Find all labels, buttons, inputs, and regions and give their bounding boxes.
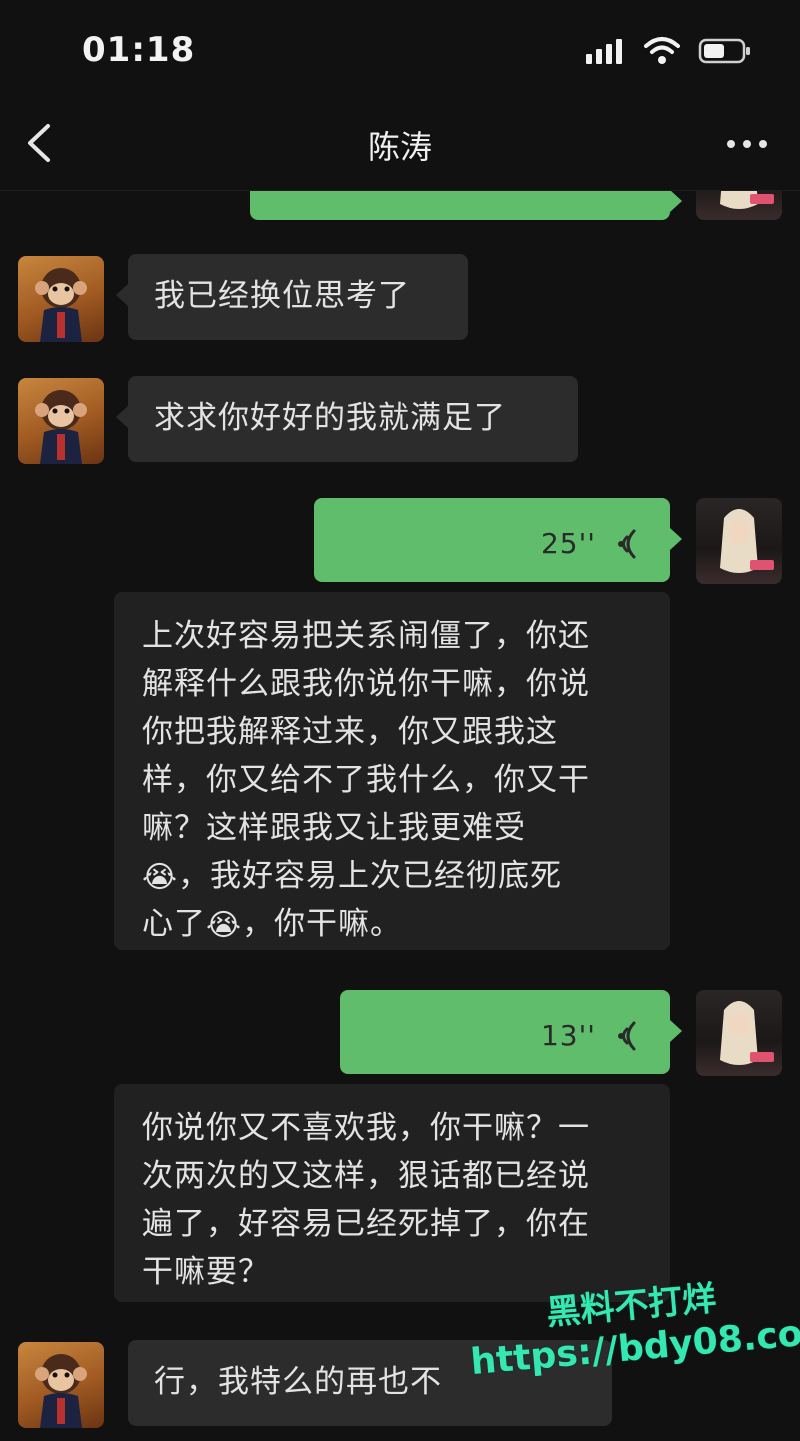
message-text: 我已经换位思考了 [154, 278, 410, 314]
avatar-contact[interactable] [18, 1342, 104, 1428]
status-bar: 01:18 [0, 0, 800, 100]
voice-row: 13'' [541, 1012, 640, 1060]
message-list[interactable]: 我已经换位思考了 求求你好好的我就满足了 25'' 上次好容易把关系闹僵了，你还… [0, 134, 800, 1441]
signal-icon [586, 39, 622, 64]
transcript-line: 解释什么跟我你说你干嘛，你说 [142, 666, 590, 702]
more-dots-icon[interactable] [722, 126, 772, 162]
avatar-contact[interactable] [18, 256, 104, 342]
monkey-avatar-image [35, 390, 87, 464]
transcript-line: 你把我解释过来，你又跟我这 [142, 714, 558, 750]
avatar-self[interactable] [696, 498, 782, 584]
voice-transcript[interactable]: 上次好容易把关系闹僵了，你还 解释什么跟我你说你干嘛，你说 你把我解释过来，你又… [114, 592, 670, 950]
wifi-icon [644, 37, 680, 64]
voice-transcript[interactable]: 你说你又不喜欢我，你干嘛？一 次两次的又这样，狠话都已经说 遍了，好容易已经死掉… [114, 1084, 670, 1302]
voice-message-bubble[interactable]: 13'' [340, 990, 682, 1074]
crying-emoji-icon: 😭 [206, 907, 243, 943]
status-icons [584, 36, 752, 66]
voice-message-bubble[interactable]: 25'' [314, 498, 682, 582]
transcript-line: 遍了，好容易已经死掉了，你在 [142, 1206, 590, 1242]
avatar-self-image [720, 509, 774, 573]
message-bubble-incoming[interactable]: 求求你好好的我就满足了 [116, 376, 578, 462]
voice-row: 25'' [541, 520, 640, 568]
transcript-line: 你说你又不喜欢我，你干嘛？一 [142, 1110, 590, 1146]
voice-duration: 25'' [540, 527, 596, 560]
battery-icon [698, 38, 750, 64]
avatar-contact[interactable] [18, 378, 104, 464]
monkey-avatar-image [35, 268, 87, 342]
transcript-line: 上次好容易把关系闹僵了，你还 [142, 618, 590, 654]
transcript-line: 样，你又给不了我什么，你又干 [142, 762, 590, 798]
monkey-avatar-image [35, 1354, 87, 1428]
chat-title: 陈涛 [367, 128, 432, 166]
transcript-line-with-emoji: 😭，我好容易上次已经彻底死 [142, 858, 563, 895]
message-text: 行，我特么的再也不 [154, 1364, 442, 1400]
avatar-self-image [720, 1001, 774, 1065]
chat-screen: 01:18 陈涛 我已经换位思考了 求求你好好的我就满足了 25'' 上次好容易… [0, 0, 800, 1441]
status-time: 01:18 [82, 30, 196, 70]
nav-bar: 陈涛 [0, 100, 800, 191]
transcript-line: 嘛？这样跟我又让我更难受 [142, 810, 526, 846]
voice-duration: 13'' [540, 1019, 596, 1052]
voice-wave-icon [618, 1021, 636, 1051]
message-text: 求求你好好的我就满足了 [154, 400, 506, 436]
transcript-line: 次两次的又这样，狠话都已经说 [142, 1158, 590, 1194]
avatar-self[interactable] [696, 990, 782, 1076]
voice-wave-icon [618, 529, 636, 559]
message-bubble-incoming[interactable]: 我已经换位思考了 [116, 254, 468, 340]
transcript-line-with-emoji: 心了😭，你干嘛。 [142, 906, 403, 943]
crying-emoji-icon: 😭 [142, 859, 179, 895]
